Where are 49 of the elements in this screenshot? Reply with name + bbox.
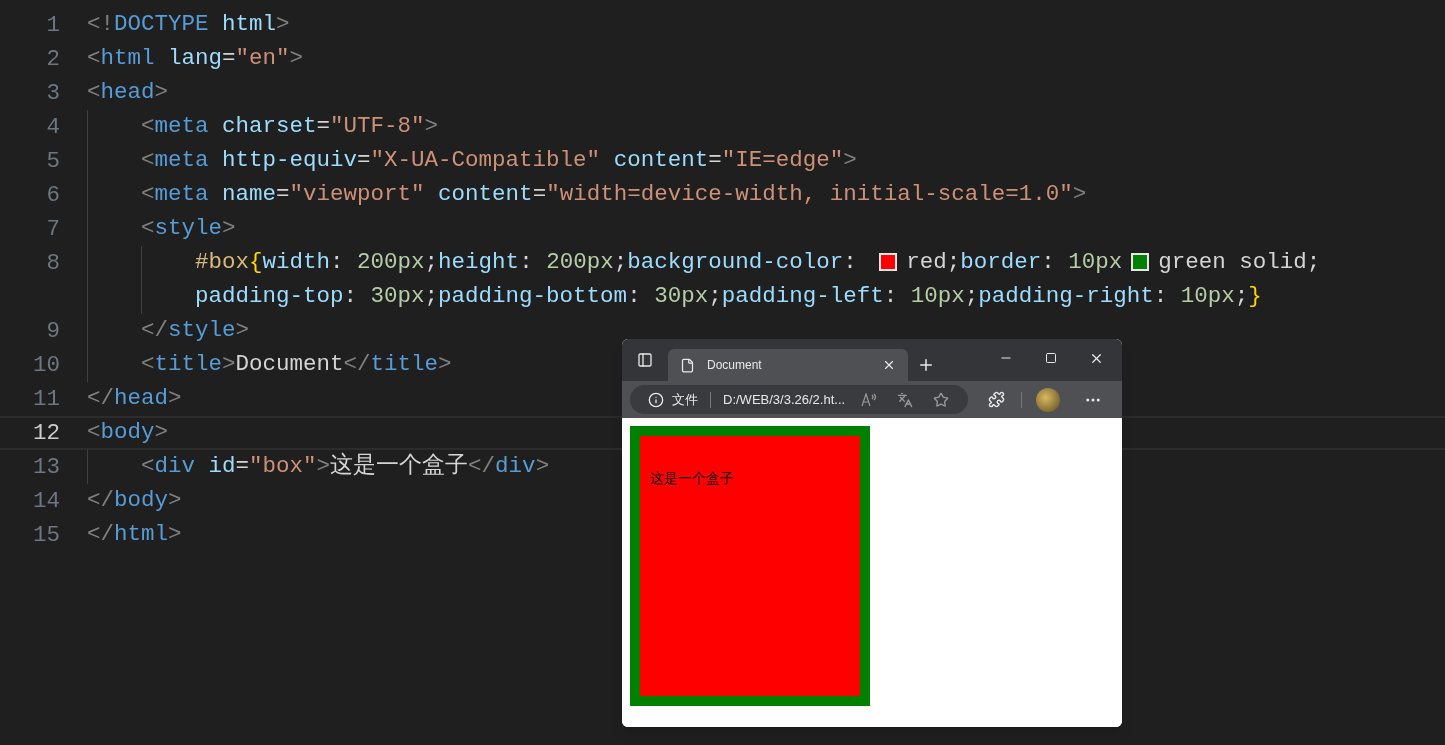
line-number: 4 [45,113,60,142]
address-bar[interactable]: 文件 D:/WEB/3/3.26/2.ht... [630,385,968,414]
code-line: </html> [87,520,182,550]
line-number: 10 [32,351,60,380]
code-line: <!DOCTYPE html> [87,10,290,40]
code-line: <style> [140,214,236,244]
line-number: 2 [45,45,60,74]
line-number: 8 [45,249,60,278]
code-line: <meta charset="UTF-8"> [140,112,439,142]
browser-tab[interactable]: Document [668,349,908,381]
color-swatch[interactable] [1131,253,1150,272]
color-swatch[interactable] [879,253,898,272]
line-number: 7 [45,215,60,244]
address-label: 文件 [672,390,698,409]
profile-avatar[interactable] [1036,387,1060,412]
code-line: <head> [87,78,169,108]
line-number: 13 [32,453,60,482]
code-line: </body> [87,486,182,516]
page-icon [680,357,695,373]
code-line: <div id="box">这是一个盒子</div> [140,451,550,482]
code-line: <meta http-equiv="X-UA-Compatible" content="IE=edge"> [140,146,857,176]
line-number: 14 [32,487,60,516]
line-number: 6 [45,181,60,210]
new-tab-icon[interactable] [917,356,935,374]
code-line: #box{width: 200px;height: 200px;background-color: red;border: 10px green solid; [194,248,1321,278]
read-aloud-icon[interactable] [861,392,878,407]
url-text: D:/WEB/3/3.26/2.ht... [723,390,846,409]
code-line: </style> [140,316,250,346]
line-number: 11 [32,385,60,414]
sidebar-icon[interactable] [637,352,653,368]
code-line: <meta name="viewport" content="width=device-width, initial-scale=1.0"> [140,180,1087,210]
code-line: <title>Document</title> [140,350,452,380]
code-line: </head> [87,384,182,414]
line-number: 1 [45,11,60,40]
close-tab-icon[interactable] [882,358,896,372]
maximize-icon[interactable] [1045,352,1057,364]
translate-icon[interactable] [897,391,914,408]
info-icon[interactable] [648,391,664,408]
line-number: 9 [45,317,60,346]
favorite-icon[interactable] [933,391,950,408]
box-text: 这是一个盒子 [650,470,734,486]
line-number: 12 [32,419,60,448]
line-number: 5 [45,147,60,176]
code-line: <body> [87,418,169,448]
code-line: <html lang="en"> [87,44,304,74]
line-number: 15 [32,521,60,550]
code-line: padding-top: 30px;padding-bottom: 30px;padding-left: 10px;padding-right: 10px;} [194,282,1262,312]
extensions-icon[interactable] [988,391,1005,408]
line-number: 3 [45,79,60,108]
